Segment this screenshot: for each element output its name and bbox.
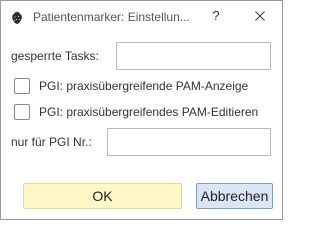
blocked-tasks-label: gesperrte Tasks: xyxy=(11,49,99,63)
pgi-edit-label[interactable]: PGI: praxisübergreifendes PAM-Editieren xyxy=(39,105,258,119)
title-bar[interactable]: Patientenmarker: Einstellun... ? xyxy=(1,1,282,31)
blocked-tasks-input[interactable] xyxy=(116,42,271,70)
ok-button[interactable]: OK xyxy=(23,183,182,209)
help-button[interactable]: ? xyxy=(204,4,228,28)
close-button[interactable] xyxy=(248,4,272,28)
close-icon xyxy=(255,11,265,21)
settings-dialog: Patientenmarker: Einstellun... ? gesperr… xyxy=(0,0,283,220)
window-title: Patientenmarker: Einstellun... xyxy=(33,10,190,24)
pgi-number-label: nur für PGI Nr.: xyxy=(11,135,92,149)
pgi-edit-checkbox[interactable] xyxy=(14,104,30,120)
pgi-display-checkbox[interactable] xyxy=(14,78,30,94)
pgi-number-input[interactable] xyxy=(107,128,271,156)
pgi-display-label[interactable]: PGI: praxisübergreifende PAM-Anzeige xyxy=(39,79,248,93)
cancel-button[interactable]: Abbrechen xyxy=(196,183,273,209)
strawberry-icon xyxy=(9,9,25,25)
